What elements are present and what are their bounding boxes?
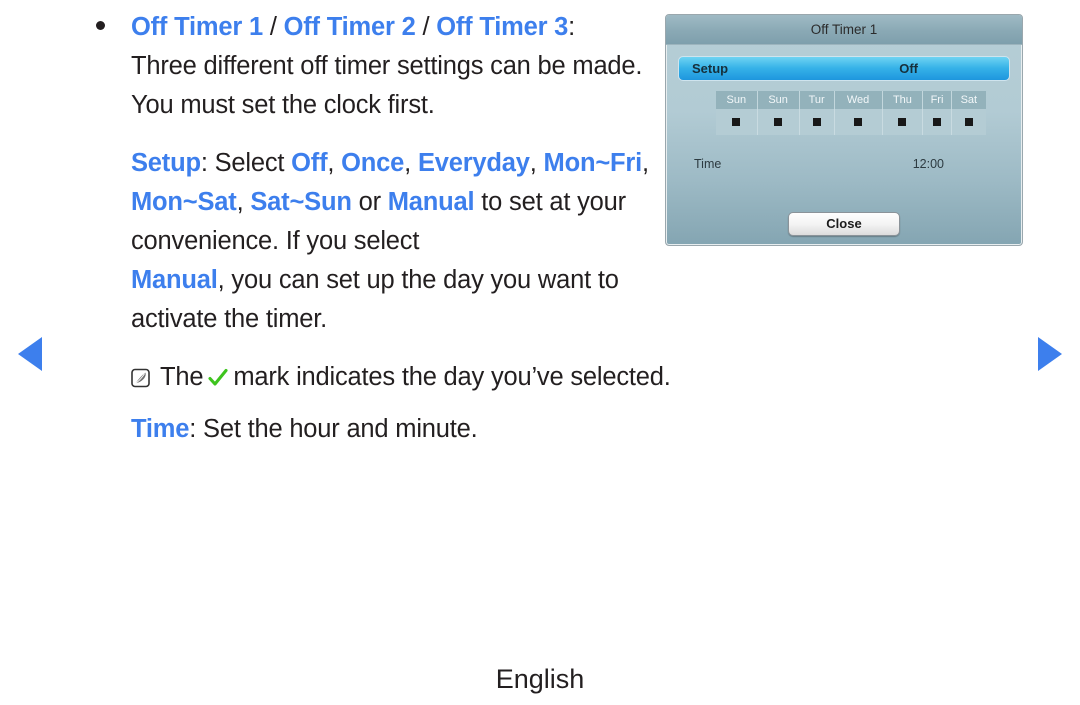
osd-panel: Off Timer 1 Setup Off Sun Sun Tur Wed Th… [665, 14, 1023, 246]
option-mon-fri: Mon~Fri [543, 149, 643, 177]
note-after-check: mark indicates the day you’ve selected. [233, 363, 671, 391]
osd-setup-label: Setup [692, 61, 729, 76]
osd-titlebar: Off Timer 1 [666, 15, 1022, 45]
option-sat-sun: Sat~Sun [250, 188, 352, 216]
day-checkbox-3[interactable] [834, 109, 883, 135]
comma-2: , [404, 149, 418, 177]
osd-close-wrap: Close [666, 212, 1022, 236]
time-keyword: Time [131, 415, 190, 443]
or-text: or [351, 188, 388, 216]
heading-separator-1: / [262, 13, 284, 41]
day-mark-icon [774, 118, 783, 126]
day-checkbox-4[interactable] [882, 109, 924, 135]
option-mon-sat: Mon~Sat [131, 188, 237, 216]
time-rest: : Set the hour and minute. [189, 415, 478, 443]
time-line: Time: Set the hour and minute. [92, 410, 672, 449]
comma-3: , [529, 149, 544, 177]
day-mark-icon [933, 118, 941, 126]
day-checkbox-6[interactable] [951, 109, 986, 135]
osd-time-label: Time [694, 157, 722, 171]
day-mark-icon [898, 118, 907, 126]
osd-setup-row[interactable]: Setup Off [678, 56, 1010, 81]
osd-time-row[interactable]: Time 12:00 [694, 157, 1000, 171]
section-heading: Off Timer 1 / Off Timer 2 / Off Timer 3: [131, 8, 672, 47]
day-header-0: Sun [716, 91, 758, 109]
heading-separator-2: / [415, 13, 437, 41]
osd-days-header-row: Sun Sun Tur Wed Thu Fri Sat [716, 91, 986, 109]
setup-keyword: Setup [131, 149, 201, 177]
option-manual: Manual [387, 188, 475, 216]
osd-time-value: 12:00 [912, 157, 944, 171]
day-mark-icon [964, 118, 973, 126]
day-checkbox-1[interactable] [757, 109, 800, 135]
day-checkbox-0[interactable] [716, 109, 758, 135]
option-everyday: Everyday [417, 149, 530, 177]
osd-body: Setup Off Sun Sun Tur Wed Thu Fri Sat Ti… [666, 45, 1022, 171]
osd-days-mark-row [716, 109, 986, 135]
day-header-2: Tur [799, 91, 835, 109]
manual-keyword: Manual [131, 266, 218, 294]
setup-paragraph: Setup: Select Off, Once, Everyday, Mon~F… [131, 144, 672, 261]
day-mark-icon [854, 118, 863, 126]
comma-1: , [327, 149, 342, 177]
osd-days-table: Sun Sun Tur Wed Thu Fri Sat [716, 91, 986, 135]
note-icon [131, 361, 151, 388]
footer-language: English [495, 664, 585, 694]
note-before-check: The [160, 363, 204, 391]
option-off: Off [291, 149, 328, 177]
green-check-icon [207, 361, 229, 386]
heading-off-timer-1: Off Timer 1 [131, 13, 263, 41]
day-checkbox-5[interactable] [922, 109, 952, 135]
note-line: The mark indicates the day you’ve selecte… [92, 358, 672, 397]
heading-off-timer-2: Off Timer 2 [283, 13, 416, 41]
setup-select-text: : Select [200, 149, 292, 177]
day-header-3: Wed [834, 91, 883, 109]
paragraph-description: Three different off timer settings can b… [131, 52, 643, 119]
day-header-6: Sat [951, 91, 986, 109]
close-button[interactable]: Close [788, 212, 900, 236]
option-once: Once [341, 149, 405, 177]
comma-4: , [642, 149, 649, 177]
heading-off-timer-3: Off Timer 3 [436, 13, 569, 41]
day-header-4: Thu [882, 91, 924, 109]
off-timer-section: Off Timer 1 / Off Timer 2 / Off Timer 3:… [92, 8, 672, 339]
day-mark-icon [812, 118, 821, 126]
day-header-5: Fri [922, 91, 952, 109]
day-mark-icon [732, 118, 741, 126]
osd-title: Off Timer 1 [810, 22, 878, 37]
bullet-dot-icon [96, 21, 105, 30]
previous-page-arrow[interactable] [18, 337, 42, 371]
osd-setup-value: Off [899, 61, 918, 76]
comma-5: , [236, 188, 251, 216]
manual-paragraph: Manual, you can set up the day you want … [131, 261, 672, 339]
day-header-1: Sun [757, 91, 800, 109]
next-page-arrow[interactable] [1038, 337, 1062, 371]
manual-content: Off Timer 1 / Off Timer 2 / Off Timer 3:… [92, 8, 672, 449]
day-checkbox-2[interactable] [799, 109, 835, 135]
heading-colon: : [568, 13, 576, 41]
